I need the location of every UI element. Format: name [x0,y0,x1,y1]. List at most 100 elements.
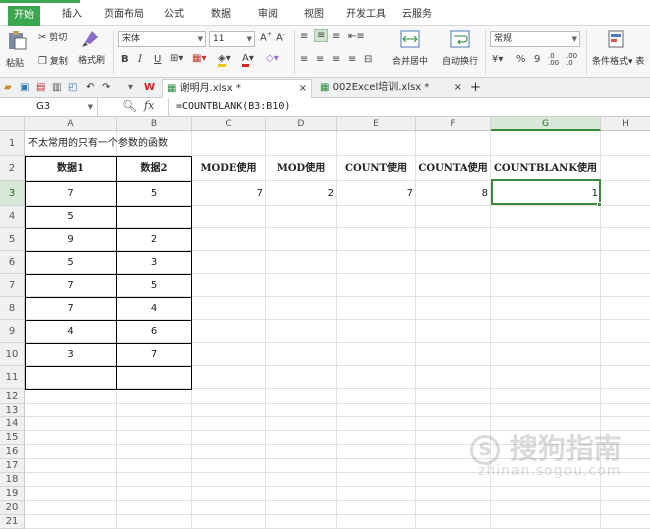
tab-review[interactable]: 审阅 [258,5,278,25]
print-preview-icon[interactable]: ◰ [68,79,77,98]
data1-cell[interactable]: 5 [25,251,117,274]
data2-cell[interactable] [117,206,192,228]
doc-tab-1[interactable]: ▦ 谢明月.xlsx * × [162,79,312,98]
distribute-icon[interactable]: ⊟ [364,54,372,65]
name-box[interactable]: G3 ▼ [0,98,98,116]
grid-cell[interactable] [25,445,117,459]
row-header[interactable]: 4 [0,206,25,228]
row-header[interactable]: 9 [0,320,25,343]
grid-cell[interactable] [416,131,491,156]
grid-cell[interactable] [491,366,601,389]
header-cell[interactable]: COUNTBLANK使用 [491,156,601,181]
row-header[interactable]: 17 [0,459,25,473]
justify-icon[interactable]: ≡ [348,54,356,65]
result-cell[interactable]: 8 [416,181,491,206]
grid-cell[interactable] [337,251,416,274]
row-header[interactable]: 10 [0,343,25,366]
grid-cell[interactable] [117,473,192,487]
grid-cell[interactable] [337,404,416,417]
grid-cell[interactable] [491,343,601,366]
grid-cell[interactable] [337,206,416,228]
select-all-corner[interactable] [0,117,25,131]
row-header[interactable]: 14 [0,417,25,431]
grid-cell[interactable] [491,297,601,320]
tab-view[interactable]: 视图 [304,5,324,25]
row-header[interactable]: 13 [0,404,25,417]
grid-cell[interactable] [601,297,650,320]
grid-cell[interactable] [416,320,491,343]
data2-cell[interactable]: 2 [117,228,192,251]
grid-cell[interactable] [416,389,491,404]
grid-cell[interactable] [337,366,416,389]
grid-cell[interactable] [266,131,337,156]
format-painter-button[interactable]: 格式刷 [78,30,105,66]
grid-cell[interactable] [416,274,491,297]
grid-cell[interactable] [416,343,491,366]
new-tab-icon[interactable]: + [470,79,481,98]
grid-cell[interactable] [491,251,601,274]
grid-cell[interactable] [416,515,491,529]
merge-center-button[interactable]: 合并居中 [390,30,430,67]
result-cell[interactable]: 7 [192,181,266,206]
header-cell[interactable]: COUNT使用 [337,156,416,181]
grid-cell[interactable] [266,274,337,297]
sheet-title[interactable]: 不太常用的只有一个参数的函数 [25,131,168,156]
grid-cell[interactable] [117,445,192,459]
grid-cell[interactable] [337,473,416,487]
highlight-icon[interactable]: ◈▾ [218,53,231,67]
grid-cell[interactable] [601,515,650,529]
wrap-text-button[interactable]: 自动换行 [440,30,480,67]
column-header-d[interactable]: D [266,117,337,131]
result-cell[interactable]: 2 [266,181,337,206]
grid-cell[interactable] [491,404,601,417]
grid-cell[interactable] [601,343,650,366]
grid-cell[interactable] [491,206,601,228]
grid-cell[interactable] [416,487,491,501]
tab-developer[interactable]: 开发工具 [346,5,386,25]
grid-cell[interactable] [25,366,117,389]
row-header[interactable]: 3 [0,181,25,206]
grid-cell[interactable] [337,459,416,473]
close-icon[interactable]: × [454,79,462,97]
italic-button[interactable]: I [138,54,142,65]
header-cell[interactable]: 数据1 [25,156,117,181]
data2-cell[interactable]: 5 [117,274,192,297]
doc-tab-2[interactable]: ▦ 002Excel培训.xlsx * × [316,79,466,98]
grid-cell[interactable] [601,320,650,343]
row-header[interactable]: 15 [0,431,25,445]
data2-cell[interactable]: 6 [117,320,192,343]
data1-cell[interactable]: 7 [25,274,117,297]
result-cell[interactable]: 7 [25,181,117,206]
grid-cell[interactable] [192,228,266,251]
align-middle-icon[interactable]: ≡ [314,29,329,42]
grid-cell[interactable] [192,459,266,473]
spreadsheet-grid[interactable]: ABCDEFGH 1 不太常用的只有一个参数的函数 2 数据1 数据2 MODE使用 MOD… [0,117,650,529]
increase-decimal-icon[interactable]: .0.00 [548,53,559,67]
grid-cell[interactable] [266,251,337,274]
grid-cell[interactable] [337,320,416,343]
grid-cell[interactable] [416,404,491,417]
grid-cell[interactable] [25,389,117,404]
percent-button[interactable]: % [516,54,526,65]
result-cell[interactable]: 7 [337,181,416,206]
grid-cell[interactable] [117,431,192,445]
row-header[interactable]: 6 [0,251,25,274]
data2-cell[interactable]: 3 [117,251,192,274]
grid-cell[interactable] [416,366,491,389]
grid-cell[interactable] [192,445,266,459]
grid-cell[interactable] [25,487,117,501]
grid-cell[interactable] [337,431,416,445]
borders-icon[interactable]: ⊞▾ [170,53,183,64]
conditional-format-button[interactable]: 条件格式▾ 表 [592,30,644,67]
save-icon[interactable]: ▣ [20,79,29,98]
column-header-g[interactable]: G [491,117,601,131]
grid-cell[interactable] [491,228,601,251]
grid-cell[interactable] [192,417,266,431]
grid-cell[interactable] [337,274,416,297]
data1-cell[interactable]: 4 [25,320,117,343]
align-top-icon[interactable]: ≡ [300,31,308,42]
data1-cell[interactable]: 3 [25,343,117,366]
row-header[interactable]: 8 [0,297,25,320]
tab-data[interactable]: 数据 [211,5,231,25]
currency-icon[interactable]: ¥▾ [492,54,503,65]
